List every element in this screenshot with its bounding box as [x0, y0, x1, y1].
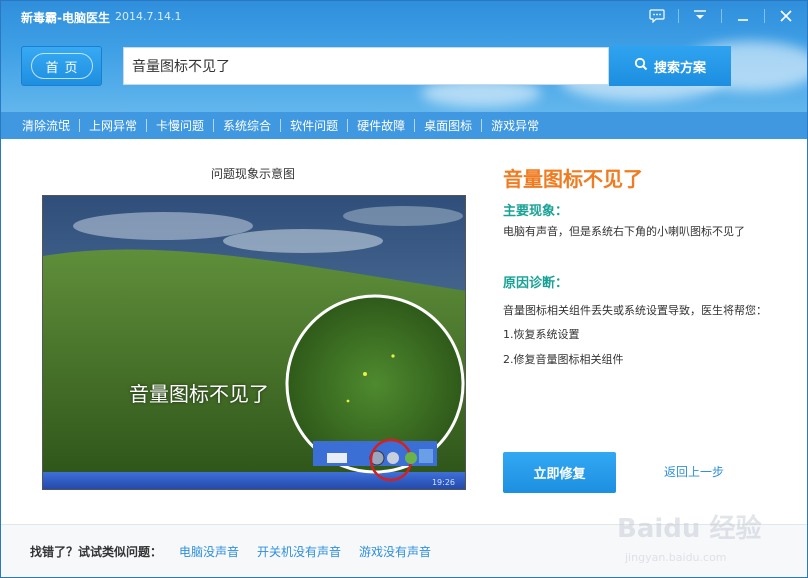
fix-now-button[interactable]: 立即修复 — [503, 452, 616, 493]
minimize-icon[interactable] — [732, 7, 754, 25]
divider — [764, 9, 765, 23]
illustration-overlay-text: 音量图标不见了 — [129, 382, 269, 406]
category-link[interactable]: 桌面图标 — [415, 117, 481, 134]
category-link[interactable]: 清除流氓 — [13, 117, 79, 134]
fix-step: 1.恢复系统设置 — [503, 328, 580, 341]
home-button-label: 首页 — [30, 53, 93, 79]
category-link[interactable]: 卡慢问题 — [147, 117, 213, 134]
category-link[interactable]: 游戏异常 — [482, 117, 548, 134]
chat-icon[interactable] — [646, 7, 668, 25]
category-link[interactable]: 软件问题 — [281, 117, 347, 134]
category-link[interactable]: 上网异常 — [80, 117, 146, 134]
xp-desktop-scene: 19:26 — [43, 196, 465, 489]
divider — [721, 9, 722, 23]
illustration-image: 19:26 音量图标不见了 — [42, 195, 466, 490]
watermark-url: jingyan.baidu.com — [624, 551, 727, 564]
search-button[interactable]: 搜索方案 — [609, 46, 731, 86]
search-icon — [634, 57, 648, 75]
app-version: 2014.7.14.1 — [115, 10, 182, 23]
diagnosis-heading: 原因诊断： — [503, 276, 569, 291]
window-controls — [646, 7, 797, 25]
similar-issues-label: 找错了？试试类似问题： — [30, 545, 163, 559]
similar-issue-link[interactable]: 开关机没有声音 — [257, 543, 341, 560]
close-icon[interactable] — [775, 7, 797, 25]
symptom-heading: 主要现象： — [503, 204, 569, 219]
diagnosis-text: 音量图标相关组件丢失或系统设置导致，医生将帮您： — [503, 304, 767, 317]
category-link[interactable]: 系统综合 — [214, 117, 280, 134]
menu-icon[interactable] — [689, 7, 711, 25]
watermark-logo-text: Baidu 经验 — [617, 513, 761, 544]
home-button[interactable]: 首页 — [21, 46, 102, 86]
back-link[interactable]: 返回上一步 — [664, 463, 724, 480]
app-window: 新毒霸-电脑医生 2014.7.14.1 首页 音量图标不见了 搜索方案 清除流… — [0, 0, 808, 578]
search-box[interactable] — [123, 47, 609, 85]
fix-step: 2.修复音量图标相关组件 — [503, 353, 624, 366]
category-link[interactable]: 硬件故障 — [348, 117, 414, 134]
symptom-text: 电脑有声音，但是系统右下角的小喇叭图标不见了 — [503, 225, 745, 238]
baidu-watermark: Baidu 经验 jingyan.baidu.com — [607, 501, 797, 571]
issue-title: 音量图标不见了 — [503, 167, 643, 191]
search-button-label: 搜索方案 — [653, 60, 706, 76]
app-title: 新毒霸-电脑医生 — [21, 11, 110, 25]
similar-issue-link[interactable]: 游戏没有声音 — [359, 543, 431, 560]
search-input[interactable] — [132, 58, 608, 74]
illustration-caption: 问题现象示意图 — [210, 167, 295, 181]
taskbar-clock: 19:26 — [432, 478, 455, 487]
category-bar: 清除流氓 上网异常 卡慢问题 系统综合 软件问题 硬件故障 桌面图标 游戏异常 — [1, 112, 807, 139]
header: 新毒霸-电脑医生 2014.7.14.1 首页 音量图标不见了 搜索方案 — [1, 1, 807, 112]
similar-issue-link[interactable]: 电脑没声音 — [179, 543, 239, 560]
divider — [678, 9, 679, 23]
